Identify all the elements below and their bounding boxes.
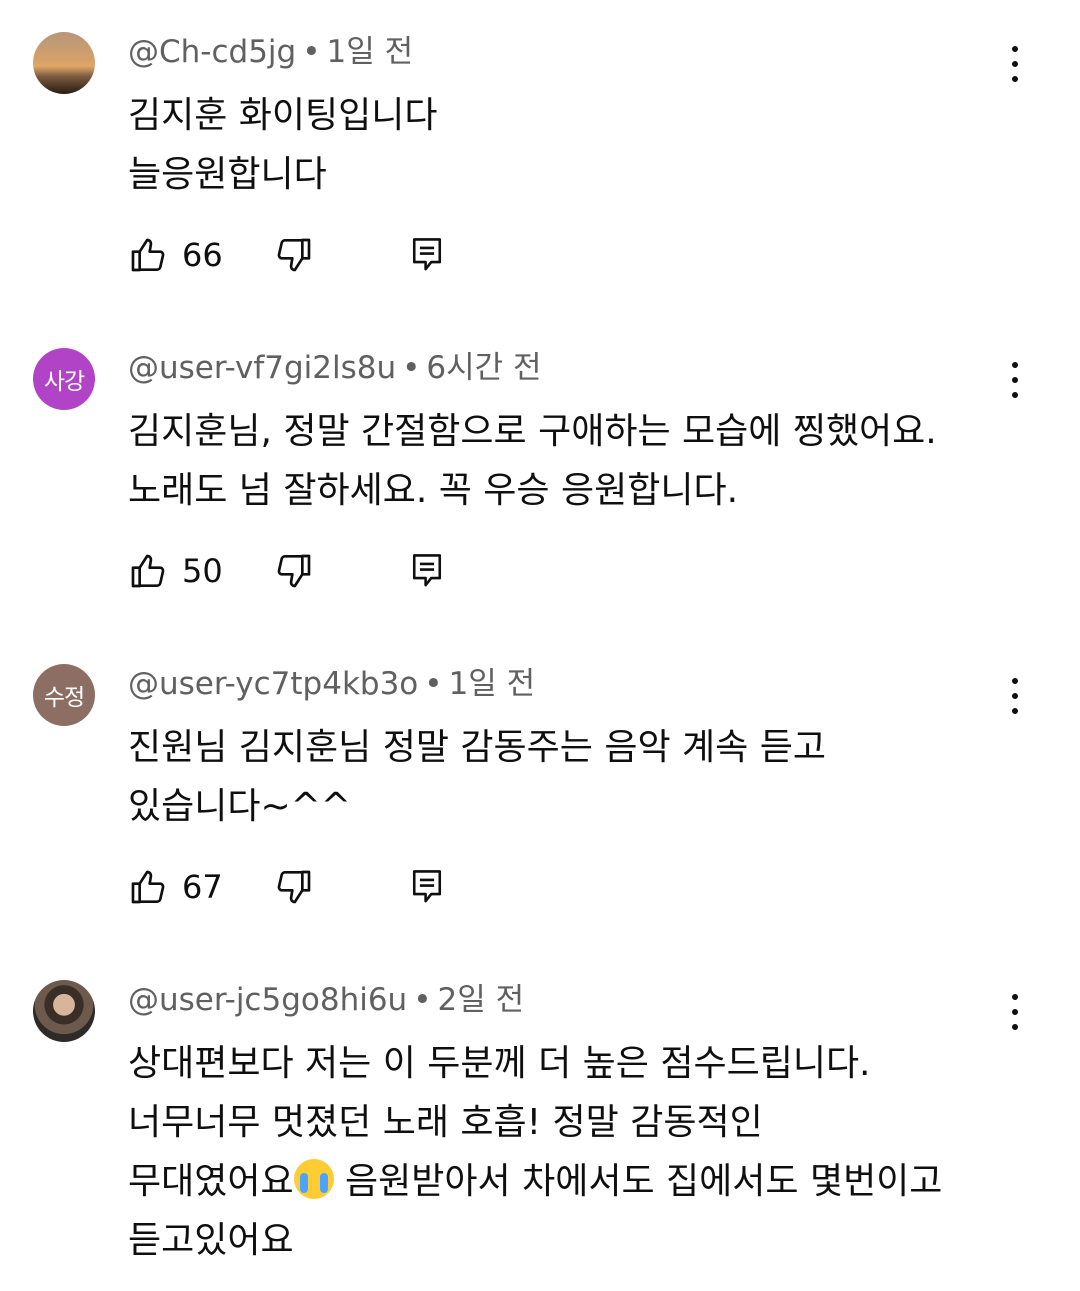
comment-author[interactable]: @user-jc5go8hi6u bbox=[128, 982, 407, 1018]
thumbs-down-icon bbox=[277, 554, 311, 588]
comment-actions: 66 bbox=[128, 235, 468, 275]
like-count: 67 bbox=[182, 868, 223, 906]
comment-text: 상대편보다 저는 이 두분께 더 높은 점수드립니다. 너무너무 멋졌던 노래 … bbox=[128, 1034, 1028, 1270]
reply-comment-icon bbox=[412, 554, 442, 587]
more-options-icon[interactable] bbox=[1000, 44, 1030, 84]
thumbs-up-icon bbox=[131, 554, 165, 588]
avatar[interactable] bbox=[33, 32, 95, 94]
avatar[interactable]: 수정 bbox=[33, 664, 95, 726]
comment-line: 음원받아서 차에서도 집에서도 몇번이고 bbox=[333, 1161, 943, 1202]
comment-line: 너무너무 멋졌던 노래 호흡! 정말 감동적인 bbox=[128, 1102, 763, 1143]
comment-text: 김지훈 화이팅입니다 늘응원합니다 bbox=[128, 86, 1028, 204]
avatar[interactable]: 사강 bbox=[33, 348, 95, 410]
comment-line: 듣고있어요 bbox=[128, 1220, 294, 1261]
comment-line: 김지훈 화이팅입니다 bbox=[128, 95, 438, 136]
comment-header: @user-jc5go8hi6u • 2일 전 bbox=[128, 982, 525, 1018]
thumbs-down-icon bbox=[277, 870, 311, 904]
comment-text: 진원님 김지훈님 정말 감동주는 음악 계속 듣고 있습니다~^^ bbox=[128, 718, 1028, 836]
reply-button[interactable] bbox=[410, 867, 444, 907]
like-button[interactable]: 50 bbox=[128, 551, 223, 591]
more-options-icon[interactable] bbox=[1000, 992, 1030, 1032]
dislike-button[interactable] bbox=[274, 551, 314, 591]
comment-actions: 67 bbox=[128, 867, 468, 907]
more-options-icon[interactable] bbox=[1000, 360, 1030, 400]
comment-header: @user-vf7gi2ls8u • 6시간 전 bbox=[128, 350, 542, 386]
avatar-initials: 사강 bbox=[43, 369, 85, 395]
comment-author[interactable]: @user-vf7gi2ls8u bbox=[128, 350, 396, 386]
comment-actions: 50 bbox=[128, 551, 468, 591]
comment-item: @Ch-cd5jg • 1일 전 김지훈 화이팅입니다 늘응원합니다 66 bbox=[0, 32, 1080, 292]
comment-line: 진원님 김지훈님 정말 감동주는 음악 계속 듣고 bbox=[128, 727, 826, 768]
comment-header: @Ch-cd5jg • 1일 전 bbox=[128, 34, 414, 70]
loudly-crying-face-emoji bbox=[293, 1159, 334, 1199]
comment-line: 상대편보다 저는 이 두분께 더 높은 점수드립니다. bbox=[128, 1043, 871, 1084]
thumbs-down-icon bbox=[277, 238, 311, 272]
avatar-initials: 수정 bbox=[43, 685, 85, 711]
like-button[interactable]: 66 bbox=[128, 235, 223, 275]
dislike-button[interactable] bbox=[274, 867, 314, 907]
comment-line: 무대였어요 bbox=[128, 1161, 294, 1202]
comment-header: @user-yc7tp4kb3o • 1일 전 bbox=[128, 666, 536, 702]
like-count: 66 bbox=[182, 236, 223, 274]
comment-time[interactable]: 6시간 전 bbox=[426, 350, 541, 386]
comment-item: 사강 @user-vf7gi2ls8u • 6시간 전 김지훈님, 정말 간절함으로… bbox=[0, 348, 1080, 608]
more-options-icon[interactable] bbox=[1000, 676, 1030, 716]
comment-line: 김지훈님, 정말 간절함으로 구애하는 모습에 찡했어요. bbox=[128, 411, 937, 452]
dislike-button[interactable] bbox=[274, 235, 314, 275]
comment-author[interactable]: @Ch-cd5jg bbox=[128, 34, 296, 70]
reply-button[interactable] bbox=[410, 551, 444, 591]
like-count: 50 bbox=[182, 552, 223, 590]
thumbs-up-icon bbox=[131, 238, 165, 272]
thumbs-up-icon bbox=[131, 870, 165, 904]
reply-button[interactable] bbox=[410, 235, 444, 275]
comment-time[interactable]: 2일 전 bbox=[438, 982, 525, 1018]
avatar[interactable] bbox=[33, 980, 95, 1042]
comment-line: 노래도 넘 잘하세요. 꼭 우승 응원합니다. bbox=[128, 470, 739, 511]
like-button[interactable]: 67 bbox=[128, 867, 223, 907]
comment-line: 늘응원합니다 bbox=[128, 154, 327, 195]
reply-comment-icon bbox=[412, 870, 442, 903]
comment-item: 수정 @user-yc7tp4kb3o • 1일 전 진원님 김지훈님 정말 감동주… bbox=[0, 664, 1080, 924]
comment-time[interactable]: 1일 전 bbox=[327, 34, 414, 70]
comment-time[interactable]: 1일 전 bbox=[449, 666, 536, 702]
comment-author[interactable]: @user-yc7tp4kb3o bbox=[128, 666, 418, 702]
reply-comment-icon bbox=[412, 238, 442, 271]
comment-item: @user-jc5go8hi6u • 2일 전 상대편보다 저는 이 두분께 더 높… bbox=[0, 980, 1080, 1280]
comment-text: 김지훈님, 정말 간절함으로 구애하는 모습에 찡했어요. 노래도 넘 잘하세요… bbox=[128, 402, 1028, 520]
comment-line: 있습니다~^^ bbox=[128, 786, 351, 827]
